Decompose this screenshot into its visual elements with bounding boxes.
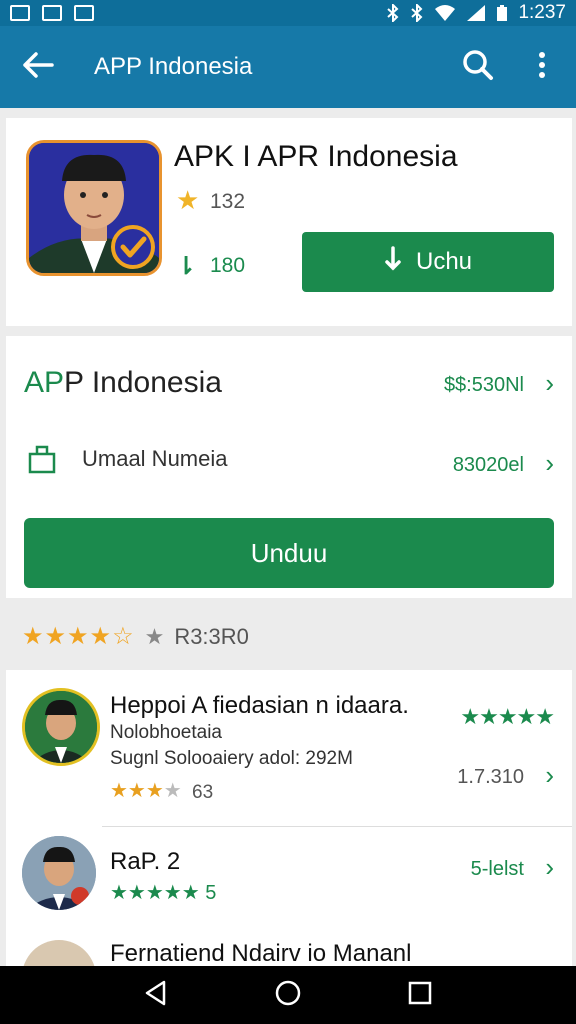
app-rating: 132 <box>210 190 246 213</box>
battery-icon <box>496 4 508 22</box>
nav-back-button[interactable] <box>136 975 176 1015</box>
app-name: APK I APR Indonesia <box>174 140 458 173</box>
status-time: 1:237 <box>518 2 566 23</box>
status-system-icons: 1:237 <box>386 2 566 24</box>
review-item[interactable]: Fernatiend Ndairv io Mananl <box>6 938 572 966</box>
signal-icon <box>466 4 486 22</box>
divider <box>102 826 572 827</box>
rating-summary-value: R3:3R0 <box>174 623 249 649</box>
reviews-card: Heppoi A fiedasian n idaara. Nolobhoetai… <box>6 670 572 966</box>
review-stars: ★★★★★ 5 <box>110 882 217 904</box>
primary-price[interactable]: $$:530Nl <box>444 374 524 397</box>
status-bar: 1:237 <box>0 0 576 26</box>
review-item[interactable]: RaP. 2 ★★★★★ 5 5-lelst › <box>6 828 572 938</box>
wifi-icon <box>434 4 456 22</box>
review-item[interactable]: Heppoi A fiedasian n idaara. Nolobhoetai… <box>6 670 572 826</box>
page-title: APP Indonesia <box>94 53 253 80</box>
app-bar: APP Indonesia <box>0 26 576 108</box>
review-stars-count: 5 <box>205 882 217 904</box>
more-options-button[interactable] <box>524 47 560 87</box>
back-button[interactable] <box>16 45 60 89</box>
app-header-card: APK I APR Indonesia ★ 132 ⇂ 180 Uchu <box>6 118 572 326</box>
download-button[interactable]: Unduu <box>24 518 554 588</box>
review-line: Sugnl Solooaiery adol: 292M <box>110 748 353 769</box>
avatar <box>22 836 96 910</box>
review-tag: 5-lelst <box>470 858 524 880</box>
rating-stars-green: ★★★★★ <box>460 704 555 729</box>
avatar <box>22 940 96 966</box>
triangle-back-icon <box>144 980 168 1011</box>
more-vertical-icon <box>538 51 546 84</box>
download-count-icon: ⇂ <box>176 253 197 280</box>
chevron-right-icon[interactable]: › <box>545 760 554 791</box>
review-count: 63 <box>192 782 214 803</box>
star-icon: ★ <box>176 185 200 215</box>
arrow-left-icon <box>22 51 54 84</box>
info-title: APP Indonesia <box>24 366 222 400</box>
system-nav-bar <box>0 966 576 1024</box>
review-value: 1.7.310 <box>457 766 524 788</box>
review-line: Nolobhoetaia <box>110 722 222 743</box>
app-icon <box>26 140 162 276</box>
review-stars: ★★★★ <box>110 780 182 802</box>
search-icon <box>462 49 494 86</box>
info-subtitle: Umaal Numeia <box>82 446 228 471</box>
secondary-price[interactable]: 83020el <box>453 454 524 477</box>
circle-home-icon <box>274 979 302 1012</box>
review-author: Fernatiend Ndairv io Mananl <box>110 940 412 966</box>
info-title-rest: P Indonesia <box>64 366 222 399</box>
info-title-prefix: AP <box>24 366 65 399</box>
bluetooth-icon <box>386 4 400 22</box>
chevron-right-icon[interactable]: › <box>545 368 554 399</box>
app-info-card: APP Indonesia $$:530Nl › Umaal Numeia 83… <box>6 336 572 598</box>
nav-recents-button[interactable] <box>400 975 440 1015</box>
review-author: Heppoi A fiedasian n idaara. <box>110 692 409 719</box>
chart-notification-icon <box>42 5 62 21</box>
download-arrow-icon <box>384 245 402 279</box>
star-outline-icon: ★ <box>144 623 165 649</box>
bag-icon <box>26 442 58 474</box>
status-notification-icons <box>10 5 94 21</box>
chevron-right-icon[interactable]: › <box>545 448 554 479</box>
install-button[interactable]: Uchu <box>302 232 554 292</box>
chevron-right-icon[interactable]: › <box>545 852 554 883</box>
download-count: 180 <box>210 254 246 277</box>
review-author: RaP. 2 <box>110 848 181 875</box>
vibrate-icon <box>410 4 424 22</box>
install-button-label: Uchu <box>415 248 473 275</box>
search-button[interactable] <box>460 47 496 87</box>
nav-home-button[interactable] <box>268 975 308 1015</box>
image-notification-icon <box>10 5 30 21</box>
app-notification-icon <box>74 5 94 21</box>
rating-summary: ★★★★☆ ★ R3:3R0 <box>22 622 249 651</box>
square-recents-icon <box>408 981 432 1010</box>
rating-stars: ★★★★☆ <box>22 623 135 650</box>
avatar <box>22 688 100 766</box>
